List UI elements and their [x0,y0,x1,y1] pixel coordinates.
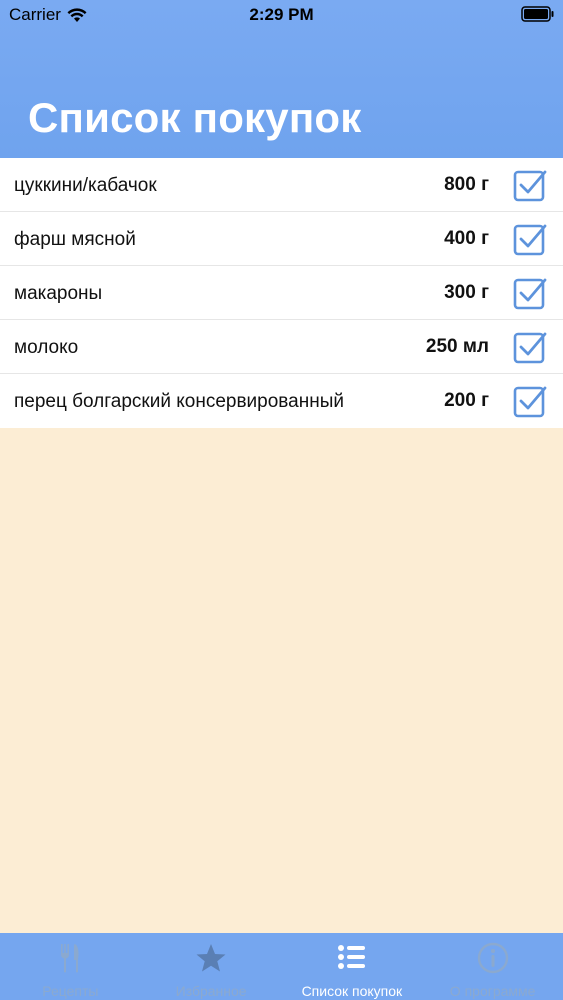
list-item[interactable]: молоко 250 мл [0,320,563,374]
list-item[interactable]: цуккини/кабачок 800 г [0,158,563,212]
item-name: макароны [14,283,103,304]
list-icon [337,945,365,969]
tab-label: Рецепты [42,983,99,999]
item-quantity: 250 мл [425,336,489,357]
item-name: перец болгарский консервированный [14,391,344,412]
tab-shopping-list[interactable]: Список покупок [282,933,423,1000]
tab-favorites[interactable]: Избранное [141,933,282,1000]
tab-label: О программе [449,983,536,999]
checkbox-checked-icon[interactable] [513,330,547,364]
tab-label: Список покупок [301,983,403,999]
header: Carrier 2:29 PM Список покупок [0,0,563,158]
item-quantity: 800 г [444,174,489,195]
checkbox-checked-icon[interactable] [513,168,547,202]
page-title: Список покупок [28,94,362,141]
list-item[interactable]: фарш мясной 400 г [0,212,563,266]
item-name: фарш мясной [14,229,136,250]
star-icon [196,944,226,972]
item-quantity: 400 г [444,228,489,249]
tab-recipes[interactable]: Рецепты [0,933,141,1000]
tab-label: Избранное [175,983,247,999]
list-item[interactable]: перец болгарский консервированный 200 г [0,374,563,428]
checkbox-checked-icon[interactable] [513,222,547,256]
tab-about[interactable]: О программе [422,933,563,1000]
item-name: молоко [14,337,79,358]
item-quantity: 300 г [444,282,489,303]
fork-knife-icon [61,944,79,973]
battery-icon [521,6,554,22]
item-name: цуккини/кабачок [14,175,157,196]
tab-bar: Рецепты Избранное Список покупок О прогр… [0,933,563,1000]
item-quantity: 200 г [444,390,489,411]
shopping-list: цуккини/кабачок 800 г фарш мясной 400 г … [0,158,563,428]
status-time: 2:29 PM [249,5,314,24]
checkbox-checked-icon[interactable] [513,276,547,310]
info-icon [477,942,508,974]
checkbox-checked-icon[interactable] [513,384,547,418]
list-item[interactable]: макароны 300 г [0,266,563,320]
status-bar: Carrier 2:29 PM [0,0,563,30]
